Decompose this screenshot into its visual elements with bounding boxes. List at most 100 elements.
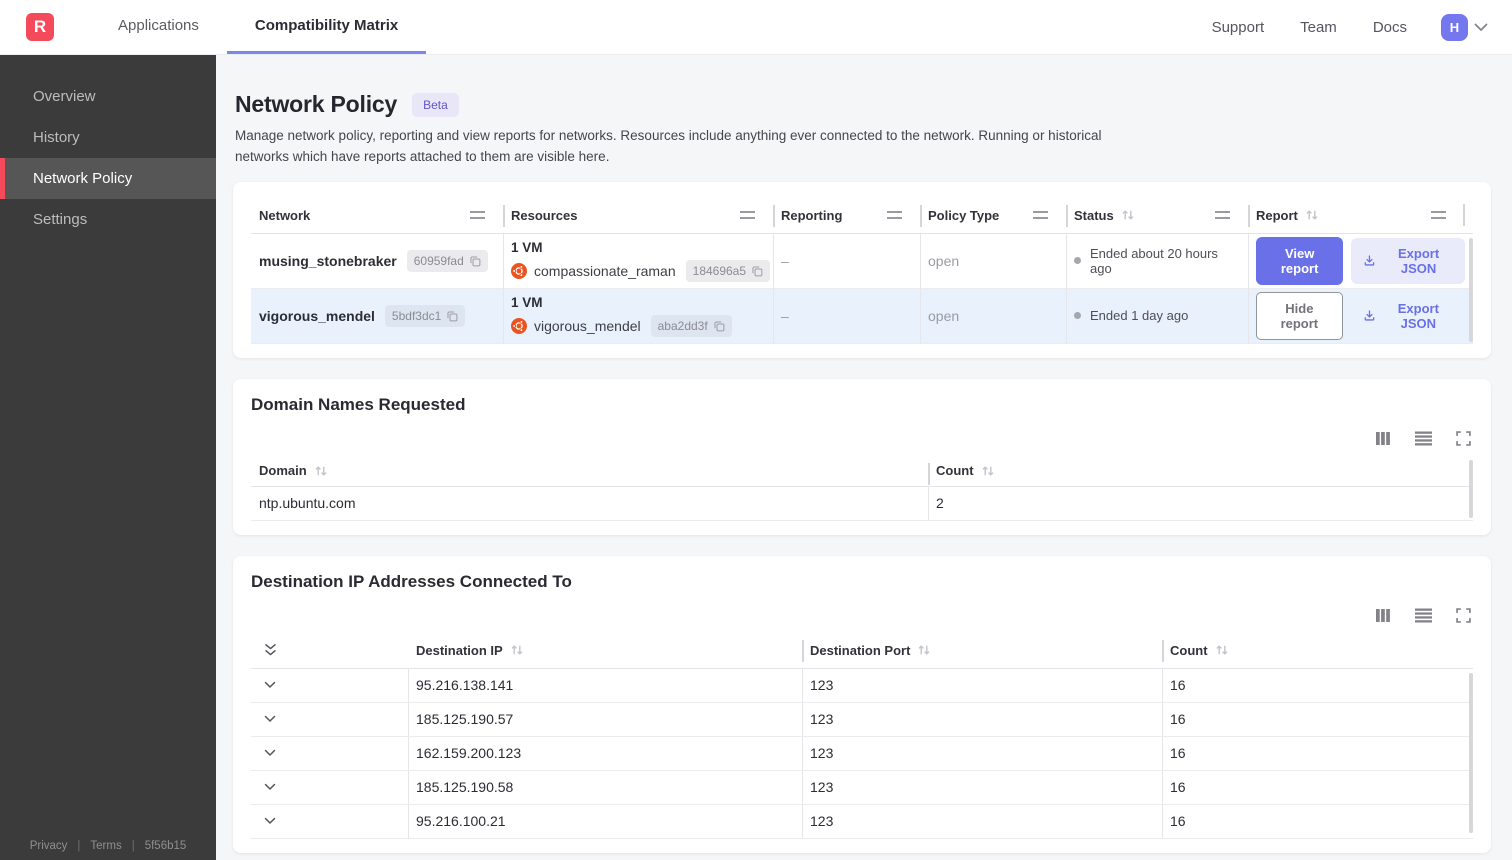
sidebar-item-history[interactable]: History [0, 117, 216, 158]
chevron-down-icon[interactable] [264, 715, 276, 723]
sidebar-footer: Privacy | Terms | 5f56b15 [0, 840, 216, 852]
footer-divider: | [77, 840, 81, 852]
network-id-badge[interactable]: 60959fad [406, 249, 488, 272]
footer-divider: | [131, 840, 135, 852]
tab-applications[interactable]: Applications [90, 0, 227, 54]
destinations-table-header: Destination IP Destination Port Count [251, 633, 1473, 669]
app-logo[interactable]: R [26, 13, 54, 41]
destination-row: 185.125.190.58 123 16 [251, 770, 1473, 805]
sort-icon[interactable] [981, 465, 995, 477]
copy-icon[interactable] [751, 265, 763, 277]
columns-icon[interactable] [1375, 431, 1391, 446]
column-resize-handle[interactable] [470, 211, 485, 220]
ip-cell: 162.159.200.123 [408, 736, 802, 770]
chevron-down-icon[interactable] [264, 783, 276, 791]
fullscreen-icon[interactable] [1456, 431, 1471, 446]
sort-icon[interactable] [510, 644, 524, 656]
ip-cell: 185.125.190.57 [408, 702, 802, 736]
copy-icon[interactable] [469, 255, 481, 267]
chevron-down-icon[interactable] [264, 681, 276, 689]
table-scrollbar[interactable] [1469, 237, 1473, 342]
vm-id-badge[interactable]: aba2dd3f [650, 314, 732, 337]
chevron-down-icon[interactable] [1474, 23, 1488, 32]
destination-row: 95.216.138.141 123 16 [251, 668, 1473, 703]
domain-cell: ntp.ubuntu.com [259, 495, 356, 512]
network-id: 5bdf3dc1 [391, 308, 442, 323]
main-content: Network Policy Beta Manage network polic… [216, 55, 1512, 860]
domains-card: Domain Names Requested Domain Count ntp.… [233, 378, 1491, 535]
resources-cell: 1 VM vigorous_mendel aba2dd3f [503, 288, 773, 343]
vm-name: compassionate_raman [534, 262, 676, 279]
tab-compatibility-matrix[interactable]: Compatibility Matrix [226, 0, 427, 54]
sidebar: Overview History Network Policy Settings… [0, 55, 216, 860]
table-scrollbar[interactable] [1469, 459, 1473, 518]
column-resize-handle[interactable] [887, 211, 902, 220]
policy-type-cell: open [920, 233, 1066, 288]
column-resize-handle[interactable] [1033, 211, 1048, 220]
networks-table-header: Network Resources Reporting Policy Type … [251, 198, 1473, 234]
terms-link[interactable]: Terms [90, 840, 121, 852]
sort-icon[interactable] [1215, 644, 1229, 656]
col-header-report[interactable]: Report [1248, 198, 1473, 233]
fullscreen-icon[interactable] [1456, 608, 1471, 623]
sort-icon[interactable] [1121, 209, 1135, 221]
chevron-down-icon[interactable] [264, 817, 276, 825]
report-cell: View report Export JSON [1248, 233, 1473, 288]
sidebar-item-overview[interactable]: Overview [0, 76, 216, 117]
link-team[interactable]: Team [1282, 19, 1355, 36]
network-id-badge[interactable]: 5bdf3dc1 [384, 304, 466, 327]
copy-icon[interactable] [713, 320, 725, 332]
col-header-count[interactable]: Count [928, 456, 1473, 486]
vm-count: 1 VM [511, 239, 543, 255]
networks-table: Network Resources Reporting Policy Type … [251, 198, 1473, 344]
vm-id-badge[interactable]: 184696a5 [685, 259, 771, 282]
reporting-cell: – [773, 233, 920, 288]
count-cell: 16 [1162, 770, 1473, 804]
col-header-destination-port[interactable]: Destination Port [802, 633, 1162, 668]
expand-cell [251, 805, 408, 838]
domain-row: ntp.ubuntu.com 2 [251, 486, 1473, 521]
table-toolbar [251, 431, 1471, 446]
network-cell: vigorous_mendel 5bdf3dc1 [251, 289, 503, 343]
destination-row: 185.125.190.57 123 16 [251, 702, 1473, 737]
privacy-link[interactable]: Privacy [30, 840, 68, 852]
destination-row: 162.159.200.123 123 16 [251, 736, 1473, 771]
double-chevron-down-icon[interactable] [264, 643, 277, 657]
column-resize-handle[interactable] [1431, 211, 1446, 220]
col-header-count[interactable]: Count [1162, 633, 1473, 668]
sort-icon[interactable] [1305, 209, 1319, 221]
primary-nav: Applications Compatibility Matrix [90, 0, 427, 54]
col-header-destination-ip[interactable]: Destination IP [408, 633, 802, 668]
column-resize-handle[interactable] [740, 211, 755, 220]
download-icon [1364, 255, 1375, 266]
networks-card: Network Resources Reporting Policy Type … [233, 181, 1491, 358]
col-header-status[interactable]: Status [1066, 198, 1248, 233]
chevron-down-icon[interactable] [264, 749, 276, 757]
export-json-button[interactable]: Export JSON [1351, 237, 1465, 284]
export-json-button[interactable]: Export JSON [1351, 293, 1465, 339]
sidebar-item-settings[interactable]: Settings [0, 199, 216, 240]
col-header-network: Network [251, 198, 503, 233]
col-header-domain[interactable]: Domain [251, 456, 928, 486]
column-resize-handle[interactable] [1215, 211, 1230, 220]
rows-icon[interactable] [1415, 431, 1432, 446]
table-scrollbar[interactable] [1469, 672, 1473, 833]
copy-icon[interactable] [446, 310, 458, 322]
rows-icon[interactable] [1415, 608, 1432, 623]
avatar[interactable]: H [1441, 13, 1468, 41]
port-cell: 123 [802, 702, 1162, 736]
network-name: musing_stonebraker [259, 252, 397, 269]
sort-icon[interactable] [314, 465, 328, 477]
columns-icon[interactable] [1375, 608, 1391, 623]
link-docs[interactable]: Docs [1355, 19, 1425, 36]
sort-icon[interactable] [917, 644, 931, 656]
port-cell: 123 [802, 668, 1162, 702]
status-text: Ended about 20 hours ago [1090, 245, 1218, 276]
hide-report-button[interactable]: Hide report [1256, 291, 1343, 340]
sidebar-item-network-policy[interactable]: Network Policy [0, 158, 216, 199]
count-cell: 2 [928, 486, 1473, 520]
view-report-button[interactable]: View report [1256, 236, 1344, 285]
link-support[interactable]: Support [1194, 19, 1283, 36]
page-title: Network Policy [235, 91, 398, 117]
port-cell: 123 [802, 770, 1162, 804]
